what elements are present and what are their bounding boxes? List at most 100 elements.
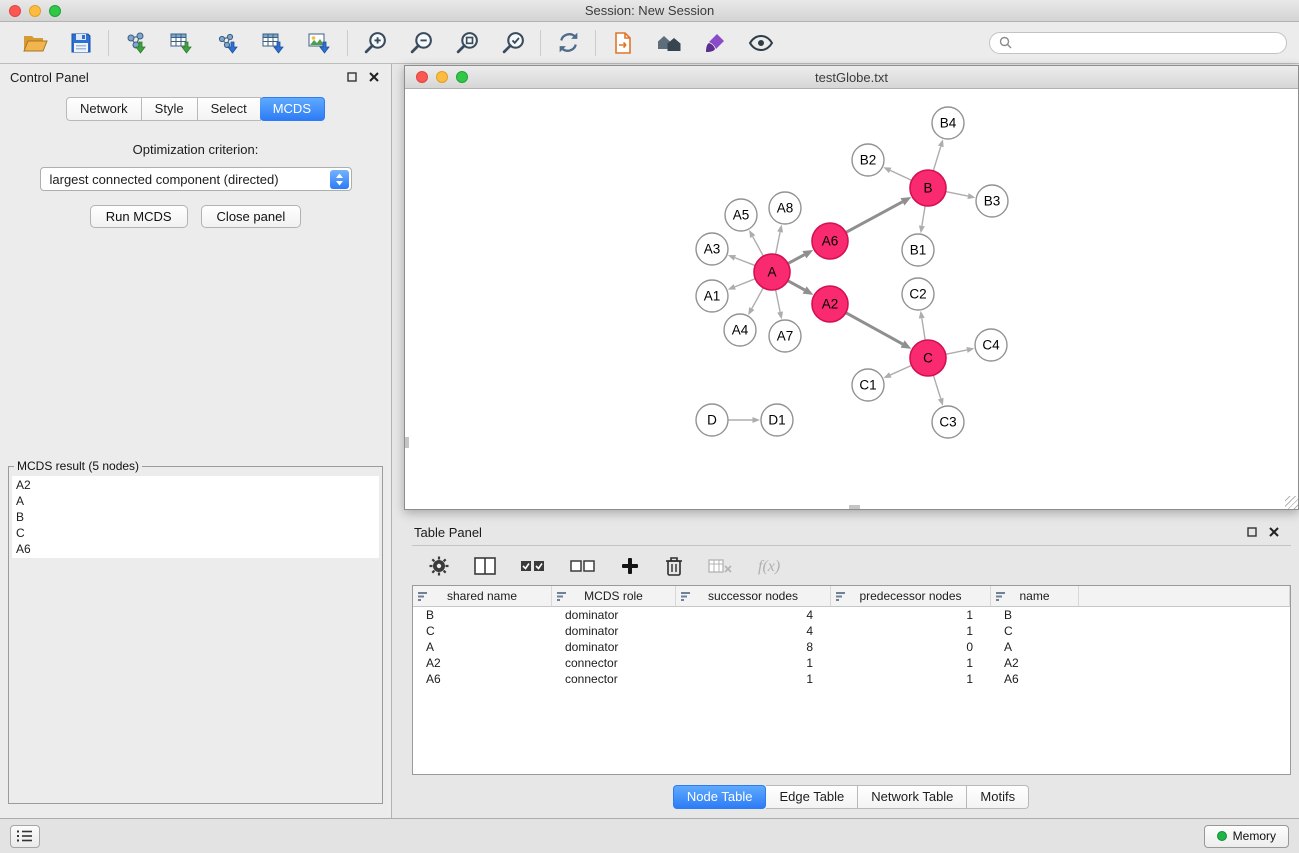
show-columns-button[interactable] (474, 556, 496, 576)
network-zoom-button[interactable] (456, 71, 468, 83)
node-A4[interactable]: A4 (724, 314, 756, 346)
edge-B-B2[interactable] (883, 167, 911, 180)
edge-A-A2[interactable] (788, 281, 814, 295)
network-canvas[interactable]: B4B2BB3A8A5A6A3B1AC2A1A2A4A7C4CC1DD1C3 (405, 89, 1298, 509)
node-B4[interactable]: B4 (932, 107, 964, 139)
column-header-name[interactable]: name (991, 586, 1079, 607)
zoom-window-button[interactable] (49, 5, 61, 17)
result-item[interactable]: A2 (16, 477, 375, 493)
node-C4[interactable]: C4 (975, 329, 1007, 361)
network-close-button[interactable] (416, 71, 428, 83)
save-button[interactable] (66, 28, 96, 58)
tab-network-table[interactable]: Network Table (858, 785, 967, 809)
zoom-in-button[interactable] (360, 28, 390, 58)
task-history-button[interactable] (10, 825, 40, 848)
table-row[interactable]: Bdominator41B (413, 607, 1290, 623)
tab-node-table[interactable]: Node Table (673, 785, 767, 809)
clear-table-button[interactable] (708, 557, 732, 575)
snapshot-button[interactable] (608, 28, 638, 58)
column-header-predecessor-nodes[interactable]: predecessor nodes (831, 586, 991, 607)
open-button[interactable] (20, 28, 50, 58)
import-network-button[interactable] (121, 28, 151, 58)
edge-A-A3[interactable] (728, 255, 755, 266)
run-mcds-button[interactable]: Run MCDS (90, 205, 188, 228)
close-panel-button[interactable] (369, 72, 379, 82)
result-item[interactable]: A (16, 493, 375, 509)
network-minimize-button[interactable] (436, 71, 448, 83)
edge-A-A7[interactable] (776, 290, 783, 320)
edge-A6-B[interactable] (846, 197, 911, 232)
float-table-panel-button[interactable] (1247, 527, 1257, 537)
node-A5[interactable]: A5 (725, 199, 757, 231)
style-button[interactable] (700, 28, 730, 58)
edge-C-C1[interactable] (884, 365, 912, 378)
edge-B-B4[interactable] (933, 139, 943, 171)
eye-button[interactable] (746, 28, 776, 58)
criterion-select[interactable]: largest connected component (directed) (40, 167, 352, 191)
edge-A-A6[interactable] (788, 250, 813, 264)
column-header-mcds-role[interactable]: MCDS role (552, 586, 676, 607)
tab-network[interactable]: Network (66, 97, 142, 121)
table-row[interactable]: Adominator80A (413, 639, 1290, 655)
edge-B-B1[interactable] (919, 206, 925, 233)
select-all-button[interactable] (520, 557, 546, 575)
node-A8[interactable]: A8 (769, 192, 801, 224)
export-table-button[interactable] (259, 28, 289, 58)
zoom-out-button[interactable] (406, 28, 436, 58)
search-box[interactable] (989, 32, 1287, 54)
node-A1[interactable]: A1 (696, 280, 728, 312)
node-D1[interactable]: D1 (761, 404, 793, 436)
edge-D-D1[interactable] (728, 417, 760, 423)
home-button[interactable] (654, 28, 684, 58)
tab-select[interactable]: Select (198, 97, 261, 121)
edge-A2-C[interactable] (846, 313, 912, 349)
tab-style[interactable]: Style (142, 97, 198, 121)
edge-C-C3[interactable] (933, 375, 943, 406)
node-B1[interactable]: B1 (902, 234, 934, 266)
tab-edge-table[interactable]: Edge Table (766, 785, 858, 809)
table-row[interactable]: Cdominator41C (413, 623, 1290, 639)
tab-mcds[interactable]: MCDS (260, 97, 325, 121)
column-header-shared-name[interactable]: shared name (413, 586, 552, 607)
minimize-window-button[interactable] (29, 5, 41, 17)
node-A2[interactable]: A2 (812, 286, 848, 322)
delete-column-button[interactable] (664, 555, 684, 577)
table-settings-button[interactable] (428, 555, 450, 577)
float-panel-button[interactable] (347, 72, 357, 82)
node-C[interactable]: C (910, 340, 946, 376)
edge-C-C2[interactable] (919, 311, 925, 340)
table-row[interactable]: A2connector11A2 (413, 655, 1290, 671)
result-item[interactable]: A6 (16, 541, 375, 557)
close-window-button[interactable] (9, 5, 21, 17)
node-C1[interactable]: C1 (852, 369, 884, 401)
export-image-button[interactable] (305, 28, 335, 58)
zoom-selected-button[interactable] (498, 28, 528, 58)
search-input[interactable] (1017, 36, 1277, 50)
edge-B-B3[interactable] (946, 192, 976, 199)
node-A3[interactable]: A3 (696, 233, 728, 265)
memory-button[interactable]: Memory (1204, 825, 1289, 848)
tab-motifs[interactable]: Motifs (967, 785, 1029, 809)
node-C2[interactable]: C2 (902, 278, 934, 310)
node-A[interactable]: A (754, 254, 790, 290)
node-D[interactable]: D (696, 404, 728, 436)
resize-gripper[interactable] (1285, 496, 1298, 509)
add-column-button[interactable] (620, 556, 640, 576)
node-A7[interactable]: A7 (769, 320, 801, 352)
close-panel-action-button[interactable]: Close panel (201, 205, 302, 228)
node-B3[interactable]: B3 (976, 185, 1008, 217)
import-table-button[interactable] (167, 28, 197, 58)
zoom-fit-button[interactable] (452, 28, 482, 58)
edge-A-A1[interactable] (728, 279, 756, 290)
edge-C-C4[interactable] (946, 347, 975, 354)
export-network-button[interactable] (213, 28, 243, 58)
node-A6[interactable]: A6 (812, 223, 848, 259)
node-B2[interactable]: B2 (852, 144, 884, 176)
node-B[interactable]: B (910, 170, 946, 206)
table-row[interactable]: A6connector11A6 (413, 671, 1290, 687)
edge-A-A5[interactable] (749, 230, 763, 256)
close-table-panel-button[interactable] (1269, 527, 1279, 537)
column-header-successor-nodes[interactable]: successor nodes (676, 586, 831, 607)
deselect-all-button[interactable] (570, 557, 596, 575)
function-builder-button[interactable]: f(x) (756, 556, 790, 576)
